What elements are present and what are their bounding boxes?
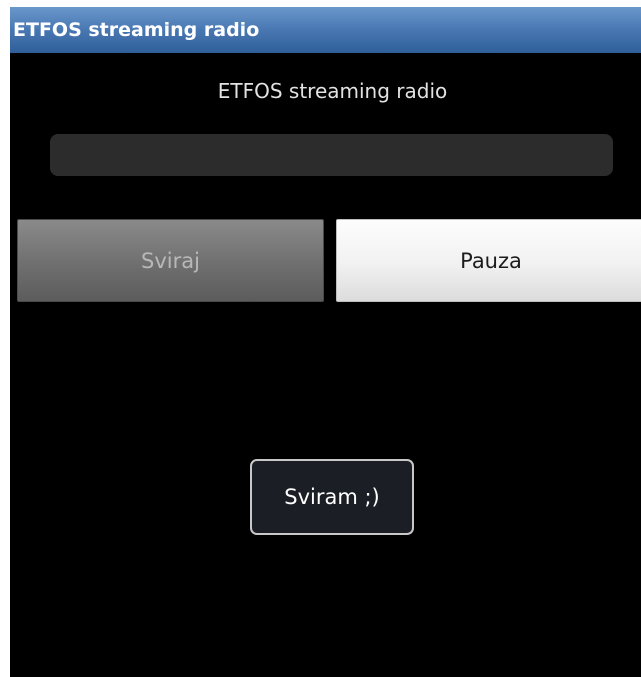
buffer-progress-bar	[50, 134, 613, 176]
title-bar: ETFOS streaming radio	[10, 7, 641, 53]
app-screen: ETFOS streaming radio ETFOS streaming ra…	[10, 7, 641, 677]
toast-text: Sviram ;)	[284, 485, 380, 509]
page-heading: ETFOS streaming radio	[217, 79, 448, 103]
play-button[interactable]: Sviraj	[17, 219, 324, 302]
pause-button[interactable]: Pauza	[336, 219, 641, 302]
pause-button-label: Pauza	[460, 248, 522, 273]
toast-message: Sviram ;)	[250, 459, 414, 535]
window-title: ETFOS streaming radio	[13, 19, 260, 41]
play-button-label: Sviraj	[141, 248, 200, 273]
